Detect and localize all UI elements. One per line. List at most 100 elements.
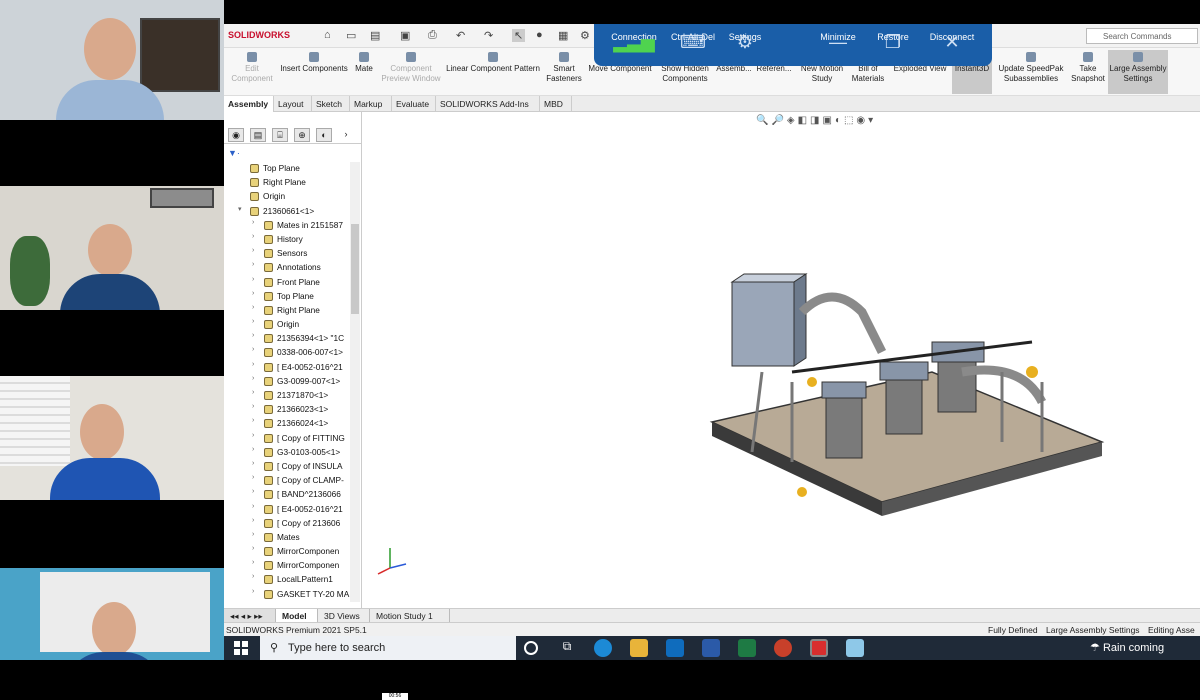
tree-node[interactable]: › MirrorComponen <box>224 559 350 573</box>
file-explorer-icon[interactable] <box>630 639 648 657</box>
expand-arrow-icon[interactable]: › <box>252 219 260 226</box>
expand-arrow-icon[interactable]: › <box>252 531 260 538</box>
solidworks-taskbar-icon[interactable] <box>810 639 828 657</box>
tree-node[interactable]: ▾ 21360661<1> <box>224 205 350 219</box>
tree-node[interactable]: › Right Plane <box>224 304 350 318</box>
tab-evaluate[interactable]: Evaluate <box>392 96 436 112</box>
linear-component-pattern-button[interactable]: Linear Component Pattern <box>444 50 542 94</box>
tree-node[interactable]: › G3-0103-005<1> <box>224 446 350 460</box>
tree-node[interactable]: › 21371870<1> <box>224 389 350 403</box>
component-preview-window-button[interactable]: Component Preview Window <box>380 50 442 94</box>
rebuild-icon[interactable]: ● <box>536 29 543 41</box>
expand-arrow-icon[interactable]: › <box>252 261 260 268</box>
weather-widget[interactable]: ☂ Rain coming <box>1090 641 1164 654</box>
options-icon[interactable]: ⚙ <box>580 29 590 42</box>
graphics-area[interactable]: 🔍🔎◈◧◨▣◐⬚◉▾ <box>362 112 1200 608</box>
print-icon[interactable]: ⎙ <box>428 29 437 42</box>
tab-motion-study-1[interactable]: Motion Study 1 <box>370 609 450 623</box>
tab-layout[interactable]: Layout <box>274 96 312 112</box>
tree-node[interactable]: › 21366023<1> <box>224 403 350 417</box>
taskbar-search-input[interactable]: ⚲ Type here to search <box>260 636 516 660</box>
expand-arrow-icon[interactable]: › <box>252 432 260 439</box>
expand-arrow-icon[interactable]: › <box>252 233 260 240</box>
expand-arrow-icon[interactable]: › <box>252 318 260 325</box>
connection-button[interactable]: ▂▃▅ Connection <box>604 24 664 52</box>
excel-icon[interactable] <box>738 639 756 657</box>
file-properties-icon[interactable]: ▦ <box>558 29 568 42</box>
expand-arrow-icon[interactable]: › <box>252 446 260 453</box>
expand-arrow-icon[interactable]: › <box>252 247 260 254</box>
edit-component-button[interactable]: Edit Component <box>230 50 274 94</box>
tab-markup[interactable]: Markup <box>350 96 392 112</box>
tree-node[interactable]: › [ Copy of CLAMP- <box>224 474 350 488</box>
take-snapshot-button[interactable]: Take Snapshot <box>1070 50 1106 94</box>
expand-arrow-icon[interactable]: › <box>252 559 260 566</box>
tree-node[interactable]: › Annotations <box>224 261 350 275</box>
new-file-icon[interactable]: ▭ <box>346 29 356 42</box>
insert-components-button[interactable]: Insert Components <box>278 50 350 94</box>
tree-node[interactable]: Origin <box>224 190 350 204</box>
task-view-icon[interactable]: ⧉ <box>558 639 576 657</box>
save-icon[interactable]: ▣ <box>400 29 410 42</box>
tree-node[interactable]: Top Plane <box>224 162 350 176</box>
tab-assembly[interactable]: Assembly <box>224 96 274 112</box>
tree-node[interactable]: › Sensors <box>224 247 350 261</box>
mate-button[interactable]: Mate <box>352 50 376 94</box>
expand-arrow-icon[interactable]: › <box>252 375 260 382</box>
expand-arrow-icon[interactable]: › <box>252 460 260 467</box>
search-commands-input[interactable]: Search Commands <box>1086 28 1198 44</box>
tree-node[interactable]: › [ E4-0052-016^21 <box>224 361 350 375</box>
status-large-assembly[interactable]: Large Assembly Settings <box>1046 625 1140 635</box>
tree-node[interactable]: › 21366024<1> <box>224 417 350 431</box>
word-icon[interactable] <box>702 639 720 657</box>
expand-arrow-icon[interactable]: › <box>252 290 260 297</box>
expand-arrow-icon[interactable]: ▾ <box>238 205 246 213</box>
update-speedpak-button[interactable]: Update SpeedPak Subassemblies <box>994 50 1068 94</box>
tree-node[interactable]: › [ E4-0052-016^21 <box>224 503 350 517</box>
expand-arrow-icon[interactable]: › <box>252 304 260 311</box>
tree-node[interactable]: › [ Copy of FITTING <box>224 432 350 446</box>
restore-button[interactable]: ❐ Restore <box>870 24 916 52</box>
tab-sketch[interactable]: Sketch <box>312 96 350 112</box>
tab-mbd[interactable]: MBD <box>540 96 572 112</box>
heads-up-view-toolbar[interactable]: 🔍🔎◈◧◨▣◐⬚◉▾ <box>756 115 876 126</box>
tree-node[interactable]: › MirrorComponen <box>224 545 350 559</box>
disconnect-button[interactable]: ✕ Disconnect <box>922 24 982 52</box>
minimize-button[interactable]: — Minimize <box>814 24 862 52</box>
edge-icon[interactable] <box>594 639 612 657</box>
expand-arrow-icon[interactable]: › <box>252 346 260 353</box>
expand-arrow-icon[interactable]: › <box>252 276 260 283</box>
expand-arrow-icon[interactable]: › <box>252 361 260 368</box>
expand-arrow-icon[interactable]: › <box>252 474 260 481</box>
tree-node[interactable]: › Origin <box>224 318 350 332</box>
expand-arrow-icon[interactable]: › <box>252 517 260 524</box>
tree-node[interactable]: › Mates in 2151587 <box>224 219 350 233</box>
assembly-model[interactable] <box>702 252 1122 542</box>
expand-arrow-icon[interactable]: › <box>252 403 260 410</box>
windows-start-icon[interactable] <box>234 641 248 655</box>
expand-arrow-icon[interactable]: › <box>252 588 260 595</box>
tab-solidworks-add-ins[interactable]: SOLIDWORKS Add-Ins <box>436 96 540 112</box>
tree-node[interactable]: › [ BAND^2136066 <box>224 488 350 502</box>
settings-button[interactable]: ⚙ Settings <box>722 24 768 52</box>
redo-icon[interactable]: ↷ <box>484 29 493 42</box>
expand-arrow-icon[interactable]: › <box>252 545 260 552</box>
remote-desktop-icon[interactable] <box>846 639 864 657</box>
select-icon[interactable]: ↖ <box>512 29 526 42</box>
tree-node[interactable]: › Mates <box>224 531 350 545</box>
powerpoint-icon[interactable] <box>774 639 792 657</box>
ctrl-alt-del-button[interactable]: ⌨ Ctrl-Alt-Del <box>664 24 722 52</box>
expand-arrow-icon[interactable]: › <box>252 488 260 495</box>
tree-node[interactable]: › Front Plane <box>224 276 350 290</box>
tree-node[interactable]: › 21356394<1> "1C <box>224 332 350 346</box>
open-file-icon[interactable]: ▤ <box>370 29 380 42</box>
feature-tree-tab-icon[interactable]: ◉ <box>228 128 244 142</box>
tree-node[interactable]: › [ Copy of 213606 <box>224 517 350 531</box>
tree-node[interactable]: › GASKET TY-20 MAIN <box>224 588 350 602</box>
tree-node[interactable]: › LocalLPattern1 <box>224 573 350 587</box>
expand-arrow-icon[interactable]: › <box>252 503 260 510</box>
tree-node[interactable]: Right Plane <box>224 176 350 190</box>
cortana-icon[interactable] <box>524 641 538 655</box>
expand-arrow-icon[interactable]: › <box>252 389 260 396</box>
filter-icon[interactable]: ▼· <box>228 148 240 158</box>
